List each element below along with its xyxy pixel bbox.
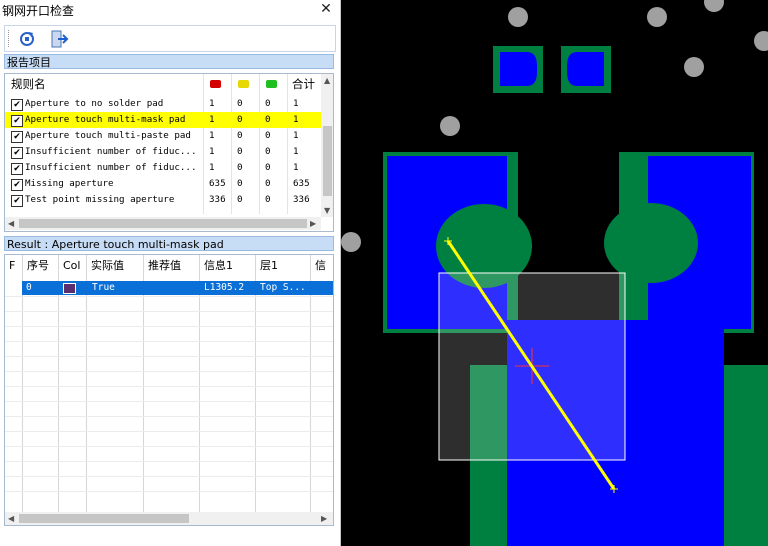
via-icon xyxy=(508,7,528,27)
stencil-check-panel: 钢网开口检查 ✕ 报告项目 规则名 合计 ✔ Aperture to no so… xyxy=(0,0,341,546)
report-section-header: 报告项目 xyxy=(4,54,334,69)
rules-table: 规则名 合计 ✔ Aperture to no solder pad 1001 … xyxy=(4,73,334,232)
rule-checkbox[interactable]: ✔ xyxy=(11,131,23,143)
result-cell-index: 0 xyxy=(26,282,32,293)
rule-row[interactable]: ✔ Missing aperture 635 0 0 635 xyxy=(5,176,321,192)
grid-header-actual[interactable]: 实际值 xyxy=(91,255,124,277)
scroll-down-icon[interactable]: ▼ xyxy=(324,204,330,217)
rule-checkbox[interactable]: ✔ xyxy=(11,147,23,159)
pad xyxy=(724,365,768,546)
rule-checkbox[interactable]: ✔ xyxy=(11,195,23,207)
rule-row[interactable]: ✔ Aperture to no solder pad 1001 xyxy=(5,96,321,112)
column-header-total[interactable]: 合计 xyxy=(292,74,315,95)
toolbar xyxy=(4,25,336,52)
pcb-canvas[interactable] xyxy=(341,0,768,546)
via-icon xyxy=(647,7,667,27)
scroll-left-icon[interactable]: ◀ xyxy=(8,512,14,525)
scroll-left-icon[interactable]: ◀ xyxy=(8,217,14,230)
grid-header-recommended[interactable]: 推荐值 xyxy=(148,255,181,277)
scroll-right-icon[interactable]: ▶ xyxy=(310,217,316,230)
error-indicator-icon xyxy=(210,80,221,88)
pad xyxy=(500,52,537,86)
scroll-thumb[interactable] xyxy=(19,514,189,523)
grid-header-layer1[interactable]: 层1 xyxy=(260,255,278,277)
scroll-thumb[interactable] xyxy=(323,126,332,196)
pass-indicator-icon xyxy=(266,80,277,88)
grid-header-flag[interactable]: F xyxy=(9,255,15,277)
via-icon xyxy=(704,0,724,12)
rule-checkbox[interactable]: ✔ xyxy=(11,99,23,111)
title-bar: 钢网开口检查 ✕ xyxy=(0,0,340,20)
grid-header-index[interactable]: 序号 xyxy=(27,255,49,277)
pcb-layout-view[interactable] xyxy=(341,0,768,546)
grid-header-col[interactable]: Col xyxy=(63,255,80,277)
via-icon xyxy=(754,31,768,51)
scroll-up-icon[interactable]: ▲ xyxy=(324,74,330,87)
rule-checkbox[interactable]: ✔ xyxy=(11,179,23,191)
via-icon xyxy=(684,57,704,77)
result-section-header: Result : Aperture touch multi-mask pad xyxy=(4,236,334,251)
rules-vertical-scrollbar[interactable]: ▲ ▼ xyxy=(321,74,333,217)
rule-row[interactable]: ✔ Aperture touch multi-paste pad 1001 xyxy=(5,128,321,144)
pad xyxy=(604,203,698,283)
rule-row[interactable]: ✔ Test point missing aperture 336 0 0 336 xyxy=(5,192,321,208)
window-title: 钢网开口检查 xyxy=(2,4,75,18)
close-button[interactable]: ✕ xyxy=(318,1,334,17)
result-cell-info1: L1305.2 xyxy=(204,282,245,293)
rule-checkbox[interactable]: ✔ xyxy=(11,163,23,175)
via-icon xyxy=(440,116,460,136)
rule-row-selected[interactable]: ✔ Aperture touch multi-mask pad 1001 xyxy=(5,112,321,128)
scroll-right-icon[interactable]: ▶ xyxy=(321,512,327,525)
result-cell-layer1: Top S... xyxy=(260,282,306,293)
exit-icon[interactable] xyxy=(49,29,69,49)
refresh-icon[interactable] xyxy=(17,29,37,49)
toolbar-grip[interactable] xyxy=(8,30,12,47)
result-horizontal-scrollbar[interactable]: ◀ ▶ xyxy=(5,512,333,525)
pad xyxy=(567,52,604,86)
grid-header-info[interactable]: 信息 xyxy=(315,255,333,294)
result-grid: F 序号 Col 实际值 推荐值 信息1 层1 信息 0 True L1305.… xyxy=(4,254,334,526)
warning-indicator-icon xyxy=(238,80,249,88)
rules-horizontal-scrollbar[interactable]: ◀ ▶ xyxy=(5,217,321,230)
rule-row[interactable]: ✔ Insufficient number of fiduc... 1001 xyxy=(5,160,321,176)
column-header-rule-name[interactable]: 规则名 xyxy=(11,74,46,95)
scroll-thumb[interactable] xyxy=(19,219,307,228)
via-icon xyxy=(341,232,361,252)
rule-checkbox[interactable]: ✔ xyxy=(11,115,23,127)
result-cell-actual: True xyxy=(92,282,115,293)
rule-row[interactable]: ✔ Insufficient number of fiduc... 1001 xyxy=(5,144,321,160)
color-swatch xyxy=(63,283,76,294)
grid-header-info1[interactable]: 信息1 xyxy=(204,255,233,277)
